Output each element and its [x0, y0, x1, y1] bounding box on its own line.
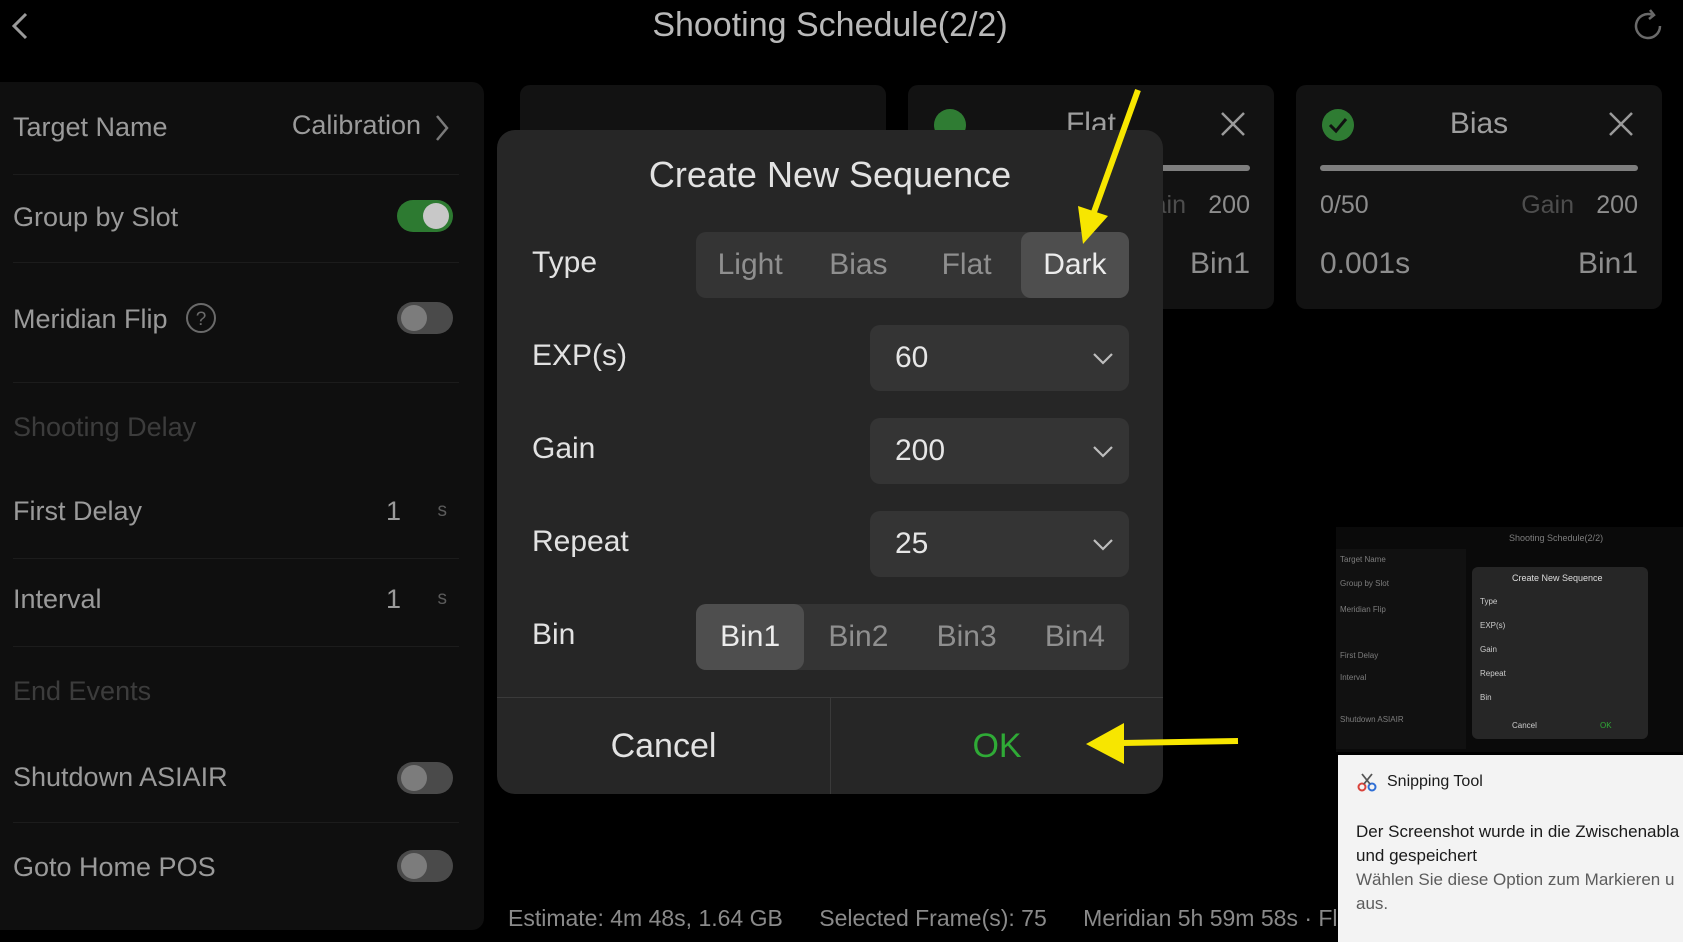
type-option-dark[interactable]: Dark [1020, 232, 1129, 298]
type-option-bias[interactable]: Bias [804, 232, 912, 298]
scissors-icon [1357, 773, 1377, 792]
type-label: Type [532, 246, 598, 279]
first-delay-unit: s [437, 500, 448, 521]
shutdown-toggle[interactable] [397, 762, 453, 794]
repeat-value: 25 [895, 527, 929, 560]
interval-unit: s [437, 588, 448, 609]
group-by-slot-label: Group by Slot [13, 202, 179, 232]
first-delay-value[interactable]: 1 [386, 496, 401, 527]
thumb-text: Interval [1340, 673, 1367, 682]
target-name-row[interactable]: Target Name Calibration [13, 82, 459, 175]
thumb-dialog: Create New Sequence Type EXP(s) Gain Rep… [1472, 567, 1648, 739]
chevron-down-icon [1093, 353, 1113, 365]
gain-value: 200 [895, 434, 946, 467]
shutdown-label: Shutdown ASIAIR [13, 762, 228, 792]
type-option-light[interactable]: Light [696, 232, 804, 298]
help-icon[interactable]: ? [185, 302, 217, 334]
goto-home-row: Goto Home POS [13, 822, 459, 914]
screenshot-thumbnail[interactable]: Shooting Schedule(2/2) Target Name Group… [1336, 527, 1683, 752]
refresh-icon[interactable] [1630, 8, 1666, 44]
status-bar: Estimate: 4m 48s, 1.64 GB Selected Frame… [508, 905, 1398, 932]
bin-value: Bin1 [1577, 247, 1638, 280]
meridian-flip-row: Meridian Flip ? [13, 262, 459, 383]
gain-dropdown[interactable]: 200 [870, 418, 1129, 484]
bin-option-4[interactable]: Bin4 [1021, 604, 1129, 670]
thumb-text: Cancel [1512, 721, 1537, 730]
meridian-text: Meridian 5h 59m 58s · Flip t [1083, 905, 1369, 931]
gain-label: Gain [532, 432, 596, 465]
frame-count: 0/50 [1320, 191, 1369, 219]
thumb-text: Target Name [1340, 555, 1386, 564]
thumb-title: Shooting Schedule(2/2) [1509, 533, 1604, 543]
repeat-label: Repeat [532, 525, 629, 558]
bin-label: Bin [532, 618, 576, 651]
toast-subtext: Wählen Sie diese Option zum Markieren u … [1356, 870, 1675, 913]
interval-label: Interval [13, 584, 102, 614]
bin-selector: Bin1 Bin2 Bin3 Bin4 [696, 604, 1129, 670]
toast-app-name: Snipping Tool [1387, 773, 1483, 790]
thumb-text: Shutdown ASIAIR [1340, 715, 1404, 724]
bin-option-3[interactable]: Bin3 [913, 604, 1021, 670]
close-icon[interactable] [1218, 109, 1248, 139]
bin-option-2[interactable]: Bin2 [804, 604, 912, 670]
group-by-slot-toggle[interactable] [397, 200, 453, 232]
meridian-flip-label: Meridian Flip [13, 304, 168, 334]
thumb-text: Bin [1480, 693, 1492, 702]
close-icon[interactable] [1606, 109, 1636, 139]
exposure-value: 0.001s [1320, 247, 1411, 280]
thumb-text: Group by Slot [1340, 579, 1389, 588]
type-selector: Light Bias Flat Dark [696, 232, 1129, 298]
chevron-down-icon [1093, 539, 1113, 551]
thumb-text: Repeat [1480, 669, 1506, 678]
page-title: Shooting Schedule(2/2) [652, 6, 1008, 44]
exp-value: 60 [895, 341, 929, 374]
interval-row[interactable]: Interval 1 s [13, 558, 459, 647]
thumb-text: Type [1480, 597, 1498, 606]
shutdown-row: Shutdown ASIAIR [13, 734, 459, 823]
dialog-title: Create New Sequence [648, 154, 1012, 195]
sequence-card-bias[interactable]: Bias 0/50 Gain 200 0.001s Bin1 [1296, 85, 1662, 309]
thumb-text: Meridian Flip [1340, 605, 1386, 614]
create-sequence-dialog: Create New Sequence Type Light Bias Flat… [497, 130, 1163, 794]
thumb-text: Gain [1480, 645, 1497, 654]
first-delay-row[interactable]: First Delay 1 s [13, 470, 459, 559]
gain-value: 200 [1596, 191, 1638, 219]
chevron-right-icon [436, 115, 449, 141]
end-events-label: End Events [13, 676, 152, 706]
svg-text:?: ? [196, 309, 207, 330]
exp-label: EXP(s) [532, 339, 628, 372]
end-events-header: End Events [13, 646, 459, 734]
bin-value: Bin1 [1189, 247, 1250, 280]
type-option-flat[interactable]: Flat [913, 232, 1021, 298]
first-delay-label: First Delay [13, 496, 143, 526]
selected-frames-text: Selected Frame(s): 75 [819, 905, 1047, 931]
bin-option-1[interactable]: Bin1 [696, 604, 805, 670]
target-name-label: Target Name [13, 112, 168, 142]
toast-message: Der Screenshot wurde in die Zwischenabla… [1356, 822, 1680, 865]
chevron-down-icon [1093, 446, 1113, 458]
thumb-text: First Delay [1340, 651, 1379, 660]
progress-bar [1320, 165, 1638, 171]
exp-dropdown[interactable]: 60 [870, 325, 1129, 391]
target-name-value: Calibration [291, 110, 421, 140]
goto-home-label: Goto Home POS [13, 852, 216, 882]
snipping-tool-notification[interactable]: Snipping Tool Der Screenshot wurde in di… [1338, 755, 1683, 942]
gain-label: Gain [1521, 191, 1574, 219]
thumb-text: EXP(s) [1480, 621, 1506, 630]
goto-home-toggle[interactable] [397, 850, 453, 882]
thumb-text: Create New Sequence [1512, 573, 1603, 583]
interval-value[interactable]: 1 [386, 584, 401, 615]
repeat-dropdown[interactable]: 25 [870, 511, 1129, 577]
thumb-panel: Target Name Group by Slot Meridian Flip … [1336, 549, 1466, 749]
thumb-text: OK [1600, 721, 1612, 730]
estimate-text: Estimate: 4m 48s, 1.64 GB [508, 905, 783, 931]
settings-panel: Target Name Calibration Group by Slot Me… [0, 82, 484, 930]
ok-button[interactable]: OK [831, 698, 1163, 794]
meridian-flip-toggle[interactable] [397, 302, 453, 334]
shooting-delay-header: Shooting Delay [13, 382, 459, 470]
gain-value: 200 [1208, 191, 1250, 219]
cancel-button[interactable]: Cancel [497, 698, 830, 794]
group-by-slot-row: Group by Slot [13, 174, 459, 263]
shooting-delay-label: Shooting Delay [13, 412, 197, 442]
